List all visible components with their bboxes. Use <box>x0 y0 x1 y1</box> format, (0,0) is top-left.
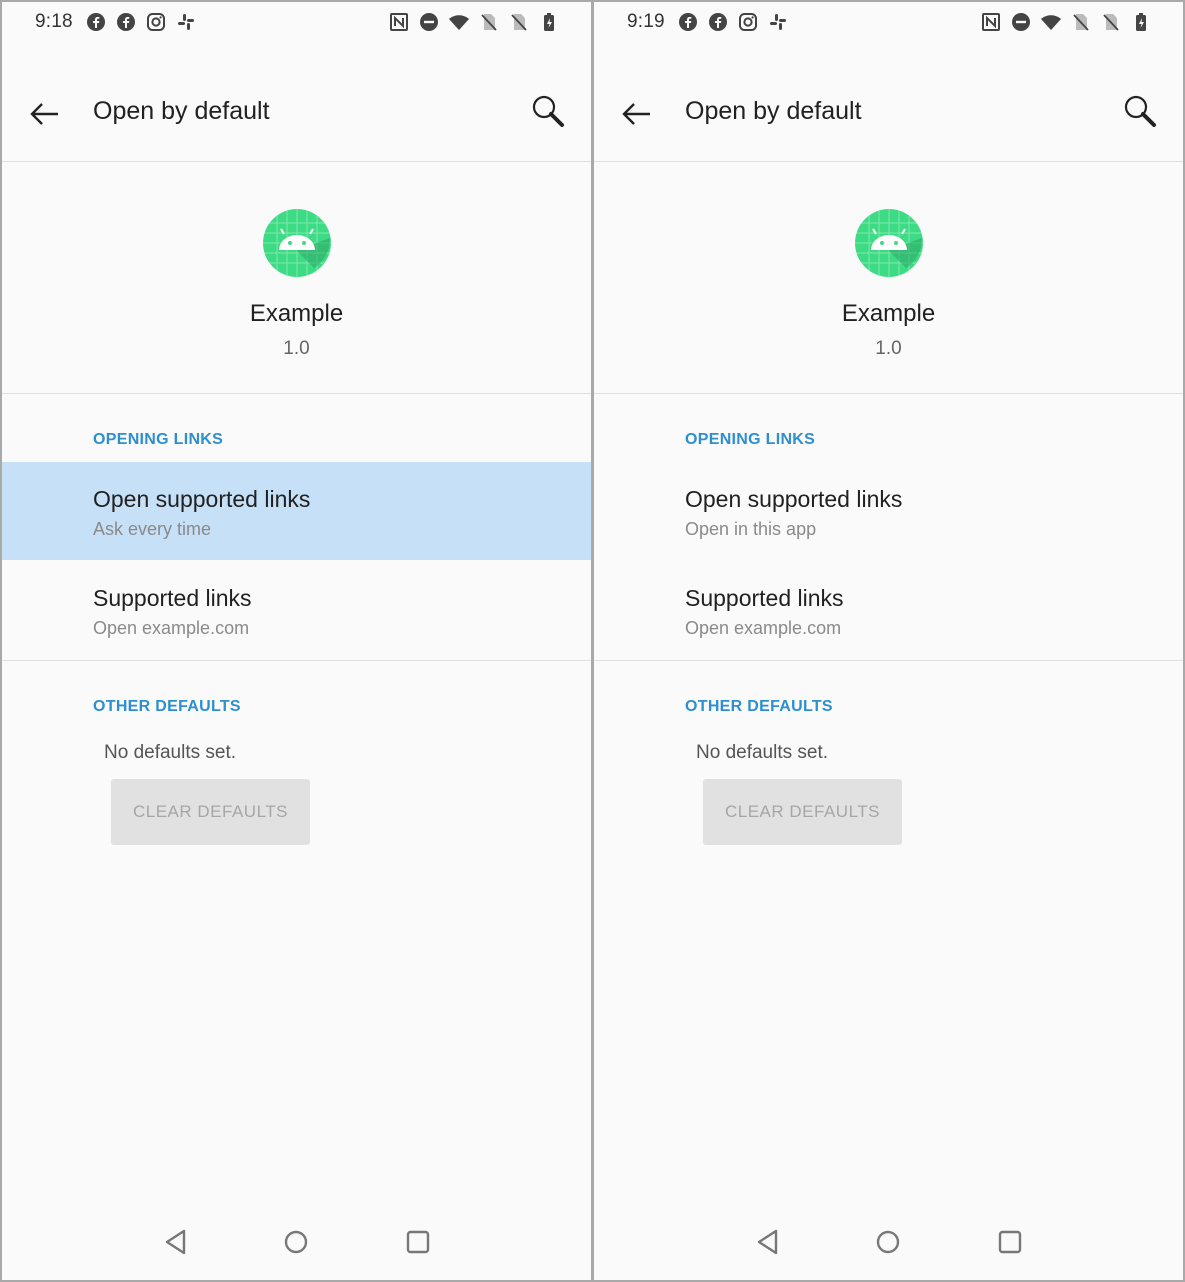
wifi-icon <box>449 15 469 30</box>
supported-links-row[interactable]: Supported links Open example.com <box>594 561 1183 659</box>
pref-summary: Open example.com <box>685 618 842 638</box>
slack-icon <box>770 14 786 30</box>
divider <box>594 161 1183 162</box>
nfc-icon <box>982 13 1000 31</box>
app-bar: Open by default <box>594 72 1183 156</box>
status-bar: 9:19 <box>594 2 1183 46</box>
facebook-icon <box>117 13 135 31</box>
pref-title: Open supported links <box>93 486 311 512</box>
supported-links-row[interactable]: Supported links Open example.com <box>2 561 591 659</box>
search-icon[interactable] <box>1121 92 1161 132</box>
divider <box>2 660 591 661</box>
phone-screen-right: 9:19 Open by default Example 1.0 OPENING… <box>594 2 1183 1280</box>
clear-defaults-button[interactable]: CLEAR DEFAULTS <box>111 779 310 845</box>
battery-icon <box>544 13 554 31</box>
slack-icon <box>178 14 194 30</box>
android-app-icon <box>855 209 923 277</box>
no-sim-icon <box>481 14 497 31</box>
nav-home-icon[interactable] <box>278 1224 314 1260</box>
pref-title: Open supported links <box>685 486 903 512</box>
wifi-icon <box>1041 15 1061 30</box>
nav-recents-icon[interactable] <box>992 1224 1028 1260</box>
pref-title: Supported links <box>93 585 252 611</box>
no-sim-icon <box>1103 14 1119 31</box>
back-arrow-icon[interactable] <box>616 94 656 134</box>
section-header-other-defaults: OTHER DEFAULTS <box>685 698 833 715</box>
android-app-icon <box>263 209 331 277</box>
nav-back-icon[interactable] <box>158 1224 194 1260</box>
nfc-icon <box>390 13 408 31</box>
facebook-icon <box>709 13 727 31</box>
phone-screen-left: 9:18 Open by default Example 1.0 OPENING… <box>2 2 591 1280</box>
instagram-icon <box>739 13 757 31</box>
section-header-opening-links: OPENING LINKS <box>685 431 816 448</box>
nav-recents-icon[interactable] <box>400 1224 436 1260</box>
no-sim-icon <box>511 14 527 31</box>
no-defaults-text: No defaults set. <box>696 742 829 763</box>
battery-icon <box>1136 13 1146 31</box>
instagram-icon <box>147 13 165 31</box>
pref-summary: Open in this app <box>685 519 817 539</box>
section-header-opening-links: OPENING LINKS <box>93 431 224 448</box>
facebook-icon <box>87 13 105 31</box>
app-name: Example <box>249 300 344 327</box>
app-name: Example <box>841 300 936 327</box>
dnd-icon <box>420 13 438 31</box>
page-title: Open by default <box>93 97 270 125</box>
section-header-other-defaults: OTHER DEFAULTS <box>93 698 241 715</box>
open-supported-links-row[interactable]: Open supported links Open in this app <box>594 462 1183 560</box>
app-version: 1.0 <box>283 338 310 359</box>
divider <box>2 161 591 162</box>
divider <box>594 660 1183 661</box>
status-time: 9:19 <box>627 11 665 32</box>
open-supported-links-row[interactable]: Open supported links Ask every time <box>2 462 591 560</box>
back-arrow-icon[interactable] <box>24 94 64 134</box>
status-time: 9:18 <box>35 11 73 32</box>
divider <box>2 393 591 394</box>
app-bar: Open by default <box>2 72 591 156</box>
search-icon[interactable] <box>529 92 569 132</box>
no-sim-icon <box>1073 14 1089 31</box>
pref-title: Supported links <box>685 585 844 611</box>
pref-summary: Open example.com <box>93 618 250 638</box>
page-title: Open by default <box>685 97 862 125</box>
no-defaults-text: No defaults set. <box>104 742 237 763</box>
app-version: 1.0 <box>875 338 902 359</box>
nav-home-icon[interactable] <box>870 1224 906 1260</box>
facebook-icon <box>679 13 697 31</box>
dnd-icon <box>1012 13 1030 31</box>
navigation-bar <box>2 1208 591 1280</box>
pref-summary: Ask every time <box>93 519 212 539</box>
status-bar: 9:18 <box>2 2 591 46</box>
nav-back-icon[interactable] <box>750 1224 786 1260</box>
navigation-bar <box>594 1208 1183 1280</box>
clear-defaults-button[interactable]: CLEAR DEFAULTS <box>703 779 902 845</box>
divider <box>594 393 1183 394</box>
